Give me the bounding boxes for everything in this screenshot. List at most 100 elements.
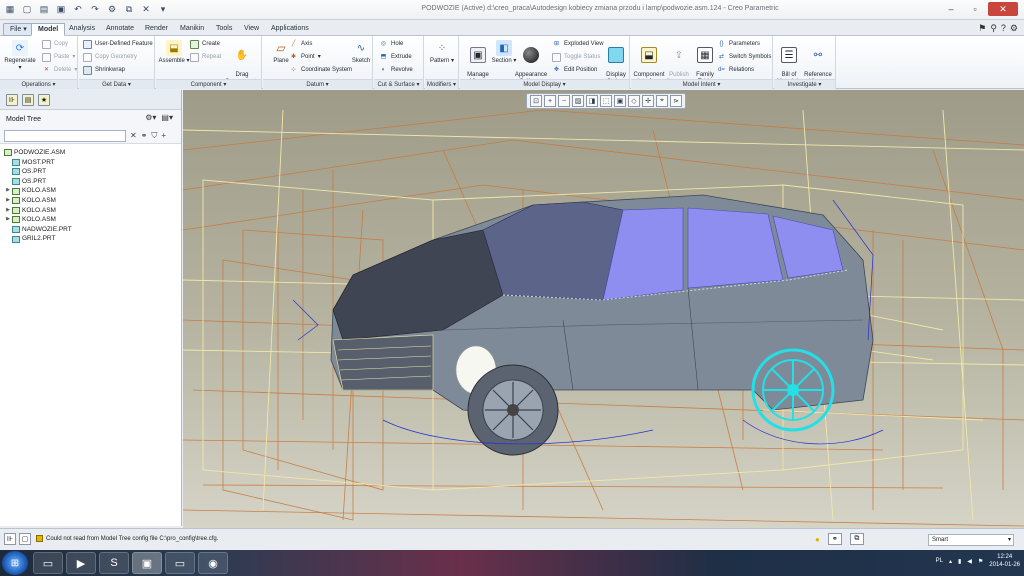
expand-arrow-icon[interactable]: ▶	[4, 215, 12, 225]
tree-item[interactable]: ▶ KOLO.ASM	[4, 206, 181, 216]
tab-annotate[interactable]: Annotate	[100, 23, 140, 36]
regenerate-icon[interactable]: ⚙	[106, 3, 118, 15]
start-button[interactable]: ⊞	[2, 551, 28, 575]
spin-center-icon[interactable]: ⌖	[656, 95, 668, 107]
regenerate-button[interactable]: ⟳ Regenerate ▾	[2, 40, 38, 72]
view-manager-icon[interactable]: ▣	[614, 95, 626, 107]
zoom-in-icon[interactable]: +	[544, 95, 556, 107]
add-icon[interactable]: +	[161, 131, 166, 140]
group-label-model-display[interactable]: Model Display ▾	[460, 79, 629, 89]
new-icon[interactable]: ▢	[21, 3, 33, 15]
customize-icon[interactable]: ▾	[157, 3, 169, 15]
tab-render[interactable]: Render	[139, 23, 174, 36]
find-binoculars-icon[interactable]: ⚭	[141, 131, 148, 140]
tab-file[interactable]: File ▾	[3, 23, 34, 36]
user-defined-feature-button[interactable]: User-Defined Feature	[83, 39, 153, 50]
tab-manikin[interactable]: Manikin	[174, 23, 210, 36]
extrude-button[interactable]: ⬒ Extrude	[379, 52, 412, 63]
hole-button[interactable]: ◎ Hole	[379, 39, 403, 50]
minimize-button[interactable]: –	[940, 2, 962, 16]
tree-item[interactable]: PODWOZIE.ASM	[4, 148, 181, 158]
perspective-icon[interactable]: ◇	[628, 95, 640, 107]
close-button[interactable]: ✕	[988, 2, 1018, 16]
tree-item[interactable]: OS.PRT	[4, 167, 181, 177]
group-label-get-data[interactable]: Get Data ▾	[79, 79, 154, 89]
tree-item[interactable]: MOST.PRT	[4, 158, 181, 168]
tab-view[interactable]: View	[238, 23, 265, 36]
clear-search-icon[interactable]: ✕	[130, 131, 137, 140]
edit-position-button[interactable]: ✥ Edit Position	[552, 65, 597, 76]
tree-item[interactable]: NADWOZIE.PRT	[4, 225, 181, 235]
zoom-out-icon[interactable]: −	[558, 95, 570, 107]
selection-filter-dropdown[interactable]: Smart ▾	[928, 534, 1014, 546]
display-style-icon[interactable]: ◨	[586, 95, 598, 107]
creo-app-icon[interactable]: ▣	[132, 552, 162, 574]
search-input[interactable]	[4, 129, 126, 142]
repaint-icon[interactable]: ▨	[572, 95, 584, 107]
point-button[interactable]: ✱ Point ▾	[289, 52, 321, 63]
find-icon[interactable]: ⚭	[827, 533, 842, 545]
rear-wheel-selected[interactable]	[751, 348, 835, 432]
create-component-button[interactable]: Create	[190, 39, 220, 50]
car-model-view[interactable]	[183, 90, 1024, 528]
volume-icon[interactable]: ◀	[967, 558, 972, 565]
graphics-window[interactable]: ⊡ + − ▨ ◨ ⬚ ▣ ◇ ✢ ⌖ ⋗	[183, 90, 1024, 528]
group-label-operations[interactable]: Operations ▾	[0, 79, 77, 89]
tray-expand-icon[interactable]: ▴	[949, 558, 952, 565]
group-label-model-intent[interactable]: Model Intent ▾	[631, 79, 772, 89]
refit-icon[interactable]: ⊡	[530, 95, 542, 107]
switch-symbols-button[interactable]: ⇄ Switch Symbols	[717, 52, 771, 63]
group-label-datum[interactable]: Datum ▾	[263, 79, 372, 89]
help-icon[interactable]: ?	[1001, 23, 1006, 34]
filter-icon[interactable]: ⛉	[151, 131, 157, 141]
toggle-status-button[interactable]: Toggle Status	[552, 52, 600, 63]
pattern-button[interactable]: ⁘ Pattern ▾	[424, 40, 460, 65]
window-app-icon[interactable]: ▭	[165, 552, 195, 574]
redo-icon[interactable]: ↷	[89, 3, 101, 15]
paste-button[interactable]: Paste ▾	[42, 52, 75, 63]
windows-icon[interactable]: ⧉	[123, 3, 135, 15]
media-player-app-icon[interactable]: ▶	[66, 552, 96, 574]
tree-item[interactable]: OS.PRT	[4, 177, 181, 187]
tab-model[interactable]: Model	[31, 23, 66, 36]
tree-settings-icon[interactable]: ⚙▾	[145, 113, 156, 122]
open-icon[interactable]: ▤	[38, 3, 50, 15]
favorites-tab-icon[interactable]: ★	[38, 93, 50, 106]
camera-app-icon[interactable]: ◉	[198, 552, 228, 574]
skype-app-icon[interactable]: S	[99, 552, 129, 574]
expand-arrow-icon[interactable]: ▶	[4, 186, 12, 196]
flag-icon[interactable]: ⚑	[978, 558, 983, 565]
help-search-icon[interactable]: ⚲	[990, 23, 997, 34]
close-window-icon[interactable]: ✕	[140, 3, 152, 15]
axis-button[interactable]: ╱ Axis	[289, 39, 313, 50]
saved-orientations-icon[interactable]: ⬚	[600, 95, 612, 107]
language-indicator[interactable]: PL	[936, 558, 943, 564]
copy-button[interactable]: Copy	[42, 39, 68, 50]
undo-icon[interactable]: ↶	[72, 3, 84, 15]
folder-browser-tab-icon[interactable]: ▤	[22, 93, 34, 106]
model-tree-tab-icon[interactable]: ⊪	[6, 93, 18, 106]
group-label-component[interactable]: Component ▾	[156, 79, 261, 89]
selection-buffer-icon[interactable]: ⧉	[849, 533, 864, 545]
network-icon[interactable]: ▮	[958, 558, 961, 565]
exploded-view-button[interactable]: ⊞ Exploded View	[552, 39, 604, 50]
explorer-app-icon[interactable]: ▭	[33, 552, 63, 574]
shrinkwrap-button[interactable]: Shrinkwrap	[83, 65, 125, 76]
expand-arrow-icon[interactable]: ▶	[4, 206, 12, 216]
settings-icon[interactable]: ⚙	[1010, 23, 1018, 34]
copy-geometry-button[interactable]: Copy Geometry	[83, 52, 137, 63]
parameters-button[interactable]: {} Parameters	[717, 39, 760, 50]
tree-item[interactable]: ▶ KOLO.ASM	[4, 196, 181, 206]
maximize-button[interactable]: ▫	[964, 2, 986, 16]
datum-display-icon[interactable]: ✢	[642, 95, 654, 107]
delete-button[interactable]: ✕ Delete ▾	[42, 65, 77, 76]
tree-item[interactable]: GRIL2.PRT	[4, 234, 181, 244]
group-label-modifiers[interactable]: Modifiers ▾	[425, 79, 458, 89]
clock[interactable]: 12:24 2014-01-26	[989, 553, 1020, 569]
tab-analysis[interactable]: Analysis	[63, 23, 101, 36]
relations-button[interactable]: d= Relations	[717, 65, 754, 76]
flag-icon[interactable]: ⚑	[978, 23, 986, 34]
revolve-button[interactable]: ◐ Revolve	[379, 65, 413, 76]
navigator-toggle-icon[interactable]: ⊪	[4, 533, 16, 545]
tab-tools[interactable]: Tools	[210, 23, 238, 36]
